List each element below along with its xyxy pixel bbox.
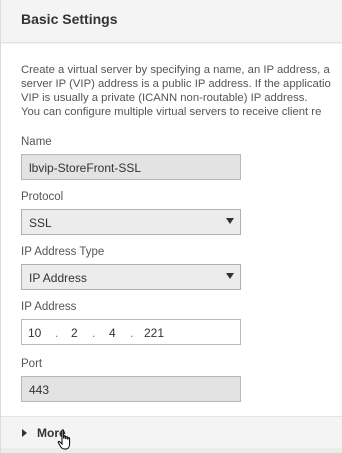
- description-line: VIP is usually a private (ICANN non-rout…: [21, 92, 308, 104]
- description-text: Create a virtual server by specifying a …: [21, 63, 342, 119]
- ip-octet-3[interactable]: 4: [109, 326, 116, 340]
- panel-body: Create a virtual server by specifying a …: [1, 44, 342, 416]
- description-line: You can configure multiple virtual serve…: [21, 106, 322, 118]
- ip-address-type-label: IP Address Type: [21, 246, 105, 258]
- ip-address-input[interactable]: 10 . 2 . 4 . 221: [21, 319, 241, 345]
- chevron-down-icon: [226, 218, 234, 224]
- protocol-value: SSL: [29, 216, 52, 230]
- ip-address-type-value: IP Address: [29, 271, 87, 285]
- protocol-label: Protocol: [21, 191, 64, 203]
- ip-separator: .: [130, 326, 134, 340]
- name-field[interactable]: lbvip-StoreFront-SSL: [21, 154, 241, 180]
- triangle-right-icon: [22, 429, 27, 437]
- divider: [1, 448, 342, 453]
- description-line: Create a virtual server by specifying a …: [21, 64, 330, 76]
- ip-separator: .: [55, 326, 59, 340]
- description-line: server IP (VIP) address is a public IP a…: [21, 78, 331, 90]
- basic-settings-panel: Basic Settings Create a virtual server b…: [0, 0, 342, 453]
- ip-octet-4[interactable]: 221: [144, 326, 164, 340]
- hand-pointer-cursor-icon: [57, 429, 71, 450]
- ip-separator: .: [92, 326, 96, 340]
- port-label: Port: [21, 358, 43, 370]
- ip-octet-2[interactable]: 2: [71, 326, 78, 340]
- port-value: 443: [29, 383, 50, 397]
- name-value: lbvip-StoreFront-SSL: [29, 161, 142, 175]
- name-label: Name: [21, 136, 52, 148]
- protocol-select[interactable]: SSL: [21, 209, 241, 235]
- ip-address-type-select[interactable]: IP Address: [21, 264, 241, 290]
- panel-header: Basic Settings: [1, 0, 342, 43]
- panel-title: Basic Settings: [21, 11, 118, 27]
- ip-octet-1[interactable]: 10: [28, 326, 41, 340]
- ip-address-label: IP Address: [21, 301, 77, 313]
- port-field[interactable]: 443: [21, 376, 241, 402]
- chevron-down-icon: [226, 273, 234, 279]
